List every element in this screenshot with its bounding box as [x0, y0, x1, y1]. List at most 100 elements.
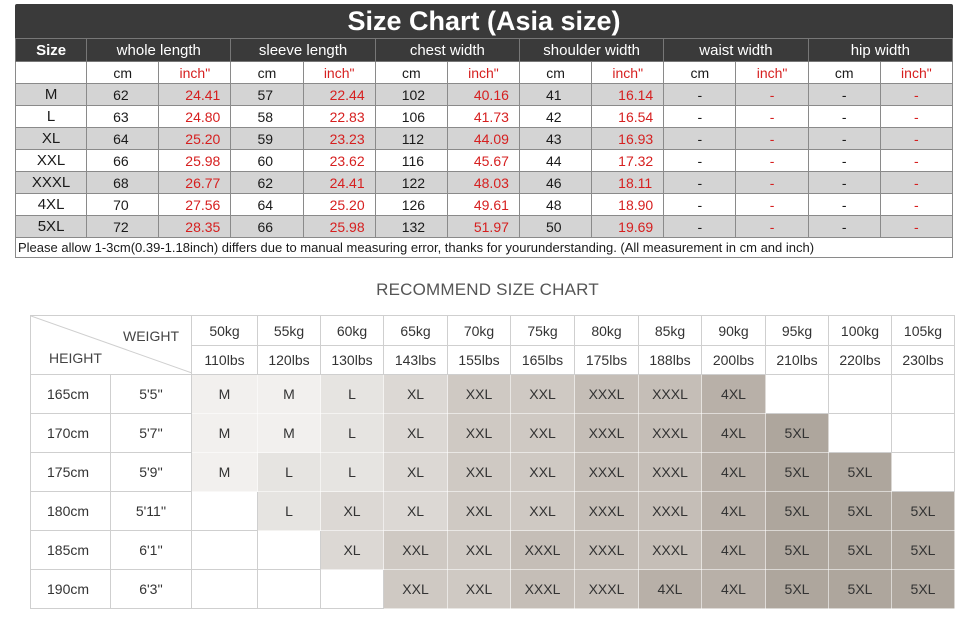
weight-kg-row: WEIGHT HEIGHT 50kg 55kg 60kg 65kg 70kg 75kg 80… [30, 315, 955, 375]
inch-value: 19.69 [591, 215, 665, 238]
recommended-size-cell: XXL [510, 413, 575, 453]
size-row: M 62 24.41 57 22.44 102 40.16 41 16.14- - - - [14, 83, 954, 106]
cm-value: 102 [374, 83, 448, 106]
height-cm-cell: 175cm [30, 452, 111, 492]
recommended-size-cell [257, 569, 321, 609]
cm-value: 66 [86, 149, 160, 172]
inch-value: - [879, 215, 954, 238]
recommended-size-cell: XXXL [574, 374, 639, 414]
height-cm-cell: 185cm [30, 530, 111, 570]
whole-length-header: whole length [86, 38, 232, 62]
height-ft-cell: 5'5'' [110, 374, 192, 414]
size-label: XXL [14, 149, 88, 172]
hip-width-header: hip width [807, 38, 954, 62]
height-row: 180cm 5'11'' L XL XL XXL XXL XXXL XXXL 4XL 5XL 5XL 5… [30, 491, 955, 531]
cm-value: 72 [86, 215, 160, 238]
recommended-size-cell: XXL [447, 413, 511, 453]
recommended-size-cell: L [320, 374, 384, 414]
height-cm-cell: 165cm [30, 374, 111, 414]
cm-value: 46 [519, 171, 593, 194]
size-chart-header-row: Size whole length sleeve length chest wi… [14, 38, 954, 62]
cm-value: - [663, 127, 737, 150]
cm-value: 66 [230, 215, 304, 238]
cm-value: 70 [86, 193, 160, 216]
chest-width-header: chest width [374, 38, 521, 62]
inch-value: 45.67 [446, 149, 521, 172]
recommended-size-cell: 5XL [765, 491, 829, 531]
inch-value: - [879, 149, 954, 172]
recommended-size-cell [320, 569, 384, 609]
unit-row: cm inch" cm inch" cm inch" cm inch" cm inch" cm inc… [14, 61, 954, 84]
recommended-size-cell: XXL [447, 491, 511, 531]
height-cm-cell: 180cm [30, 491, 111, 531]
unit-cm-label: cm [86, 61, 160, 84]
cm-value: - [663, 149, 737, 172]
unit-inch-label: inch" [879, 61, 954, 84]
size-label: 5XL [14, 215, 88, 238]
size-label: XXXL [14, 171, 88, 194]
recommended-size-cell: M [257, 374, 321, 414]
height-ft-cell: 5'9'' [110, 452, 192, 492]
cm-value: 126 [374, 193, 448, 216]
inch-value: - [879, 193, 954, 216]
height-row: 190cm 6'3'' XXL XXL XXXL XXXL 4XL 4XL 5XL 5XL 5XL [30, 569, 955, 609]
height-cm-cell: 190cm [30, 569, 111, 609]
inch-value: 23.62 [302, 149, 376, 172]
recommended-size-cell [828, 413, 892, 453]
recommended-size-cell: M [191, 452, 258, 492]
cm-value: 59 [230, 127, 304, 150]
weight-kg-cell: 60kg [320, 315, 384, 346]
height-ft-cell: 6'3'' [110, 569, 192, 609]
inch-value: 24.41 [158, 83, 232, 106]
cm-value: - [807, 127, 881, 150]
recommended-size-cell: XXL [383, 530, 448, 570]
inch-value: 23.23 [302, 127, 376, 150]
recommended-size-cell: 5XL [891, 530, 955, 570]
recommended-size-cell: 5XL [765, 530, 829, 570]
corner-header-cell: WEIGHT HEIGHT [30, 315, 192, 375]
unit-inch-label: inch" [735, 61, 809, 84]
height-ft-cell: 5'11'' [110, 491, 192, 531]
weight-lbs-cell: 210lbs [765, 345, 829, 375]
recommended-size-cell: XXXL [638, 530, 702, 570]
cm-value: 48 [519, 193, 593, 216]
inch-value: 16.14 [591, 83, 665, 106]
recommended-size-cell: XL [383, 374, 448, 414]
inch-value: 49.61 [446, 193, 521, 216]
inch-value: 22.44 [302, 83, 376, 106]
recommended-size-cell [891, 374, 955, 414]
cm-value: 43 [519, 127, 593, 150]
recommended-size-cell [257, 530, 321, 570]
weight-kg-cell: 85kg [638, 315, 702, 346]
inch-value: - [735, 127, 809, 150]
recommended-size-cell [891, 413, 955, 453]
size-chart: Size Chart (Asia size) Size whole length… [14, 4, 954, 258]
weight-lbs-cell: 230lbs [891, 345, 955, 375]
inch-value: - [879, 105, 954, 128]
size-row: 4XL 70 27.56 64 25.20 126 49.61 48 18.90- - - - [14, 193, 954, 216]
recommended-size-cell: XL [383, 413, 448, 453]
recommended-size-cell: 5XL [765, 569, 829, 609]
size-row: 5XL 72 28.35 66 25.98 132 51.97 50 19.69- - - - [14, 215, 954, 238]
recommend-chart-table: WEIGHT HEIGHT 50kg 55kg 60kg 65kg 70kg 75kg 80… [30, 315, 955, 609]
weight-lbs-cell: 200lbs [701, 345, 766, 375]
inch-value: 27.56 [158, 193, 232, 216]
cm-value: 57 [230, 83, 304, 106]
size-chart-title: Size Chart (Asia size) [15, 4, 953, 38]
recommended-size-cell: XXL [447, 452, 511, 492]
weight-lbs-cell: 130lbs [320, 345, 384, 375]
cm-value: - [807, 193, 881, 216]
weight-kg-cell: 55kg [257, 315, 321, 346]
recommended-size-cell: XXL [510, 491, 575, 531]
weight-kg-cell: 65kg [383, 315, 448, 346]
recommended-size-cell: XXL [447, 530, 511, 570]
cm-value: 112 [374, 127, 448, 150]
recommended-size-cell: XL [383, 452, 448, 492]
weight-lbs-cell: 188lbs [638, 345, 702, 375]
unit-blank-cell [14, 61, 88, 84]
cm-value: - [807, 83, 881, 106]
inch-value: 17.32 [591, 149, 665, 172]
inch-value: - [879, 83, 954, 106]
recommended-size-cell: 5XL [828, 491, 892, 531]
inch-value: 26.77 [158, 171, 232, 194]
